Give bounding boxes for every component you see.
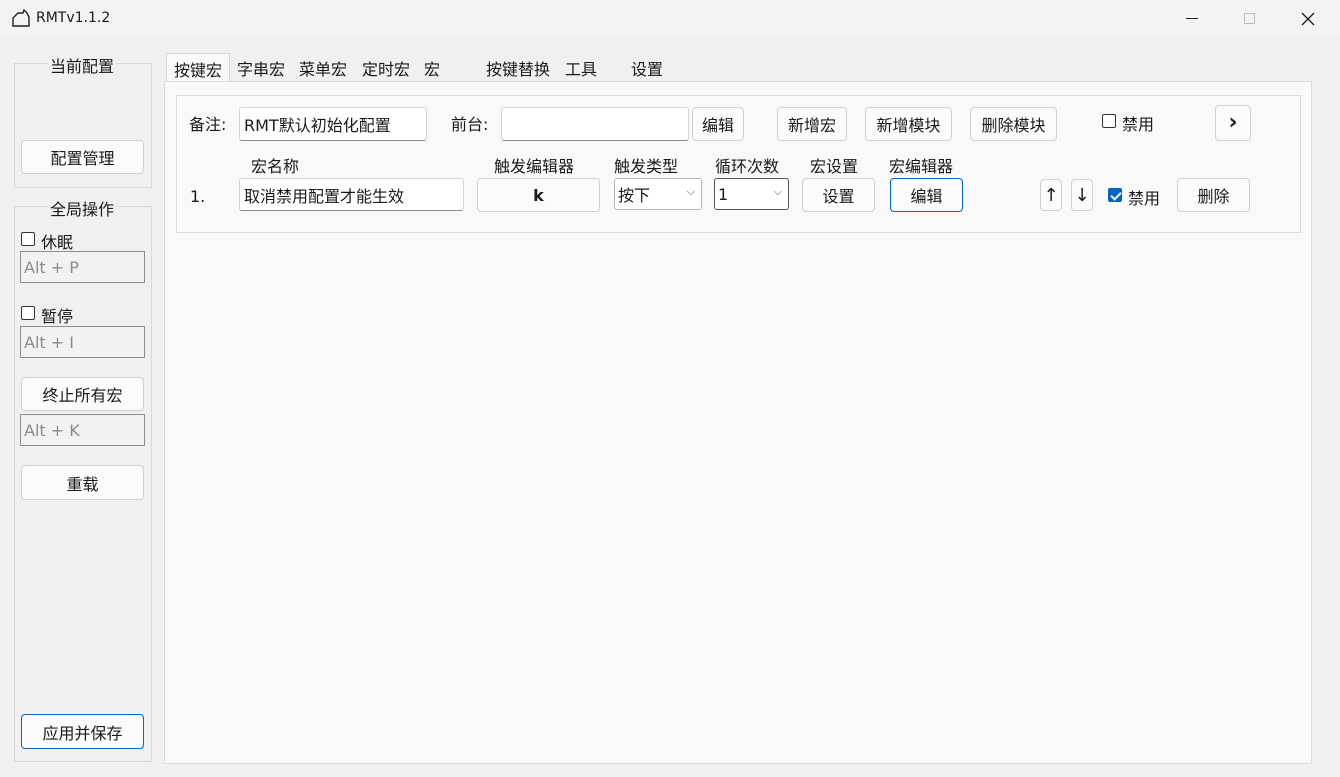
col-trigger-editor-header: 触发编辑器 <box>494 157 575 176</box>
sleep-checkbox[interactable] <box>21 232 35 246</box>
col-loop-count-header: 循环次数 <box>715 157 780 176</box>
apply-save-button[interactable]: 应用并保存 <box>21 714 144 749</box>
tab-macro[interactable]: 宏 <box>418 53 476 82</box>
foreground-edit-button[interactable]: 编辑 <box>692 107 744 141</box>
row-disable-checkbox[interactable] <box>1108 188 1122 202</box>
tab-string-macro[interactable]: 字串宏 <box>231 53 291 82</box>
row-disable-label: 禁用 <box>1128 189 1161 208</box>
note-input[interactable]: RMT默认初始化配置 <box>239 107 427 141</box>
arrow-down-icon: ↓ <box>1074 184 1090 206</box>
global-ops-label: 全局操作 <box>48 196 117 220</box>
pause-checkbox[interactable] <box>21 306 35 320</box>
foreground-label: 前台: <box>451 115 489 134</box>
tab-key-macro[interactable]: 按键宏 <box>166 53 230 83</box>
sleep-hotkey-field[interactable]: Alt + P <box>20 251 145 283</box>
add-module-button[interactable]: 新增模块 <box>865 107 952 141</box>
col-macro-settings-header: 宏设置 <box>810 157 859 176</box>
chevron-down-icon: ⌵ <box>773 185 782 198</box>
move-down-button[interactable]: ↓ <box>1071 179 1093 211</box>
close-icon[interactable] <box>1301 12 1315 26</box>
module-disable-checkbox[interactable] <box>1102 114 1116 128</box>
loop-count-value: 1 <box>718 184 729 204</box>
add-macro-button[interactable]: 新增宏 <box>777 107 847 141</box>
reload-button[interactable]: 重载 <box>21 465 144 500</box>
stop-all-button[interactable]: 终止所有宏 <box>21 377 144 411</box>
foreground-input[interactable] <box>501 107 689 141</box>
maximize-icon[interactable] <box>1244 13 1255 24</box>
trigger-type-select[interactable]: 按下 ⌵ <box>614 178 702 210</box>
pause-hotkey-field[interactable]: Alt + I <box>20 326 145 358</box>
col-name-header: 宏名称 <box>251 157 300 176</box>
stop-all-hotkey-field[interactable]: Alt + K <box>20 414 145 446</box>
loop-count-select[interactable]: 1 ⌵ <box>714 178 789 210</box>
trigger-type-value: 按下 <box>618 186 651 205</box>
col-trigger-type-header: 触发类型 <box>614 157 679 176</box>
chevron-down-icon: ⌵ <box>686 185 695 198</box>
macro-name-input[interactable]: 取消禁用配置才能生效 <box>239 178 464 211</box>
module-disable-label: 禁用 <box>1122 115 1155 134</box>
app-icon <box>12 9 30 27</box>
macro-settings-button[interactable]: 设置 <box>802 178 875 212</box>
expand-button[interactable]: › <box>1215 105 1251 141</box>
tab-menu-macro[interactable]: 菜单宏 <box>293 53 353 82</box>
window-title: RMTv1.1.2 <box>36 10 111 26</box>
move-up-button[interactable]: ↑ <box>1040 179 1062 211</box>
arrow-up-icon: ↑ <box>1043 184 1059 206</box>
title-bar: RMTv1.1.2 <box>0 0 1340 38</box>
tab-tools[interactable]: 工具 <box>559 53 617 82</box>
minimize-icon[interactable] <box>1186 18 1198 19</box>
chevron-right-icon: › <box>1228 110 1238 135</box>
tab-settings[interactable]: 设置 <box>618 53 676 82</box>
sleep-label: 休眠 <box>41 233 74 252</box>
row-index: 1. <box>190 187 206 206</box>
delete-row-button[interactable]: 删除 <box>1177 178 1250 212</box>
pause-label: 暂停 <box>41 307 74 326</box>
tab-key-replace[interactable]: 按键替换 <box>478 53 558 82</box>
current-config-label: 当前配置 <box>48 53 117 77</box>
trigger-key-button[interactable]: k <box>477 178 600 212</box>
col-macro-editor-header: 宏编辑器 <box>889 157 954 176</box>
tab-timer-macro[interactable]: 定时宏 <box>356 53 416 82</box>
macro-editor-button[interactable]: 编辑 <box>890 178 963 212</box>
delete-module-button[interactable]: 删除模块 <box>970 107 1057 141</box>
note-label: 备注: <box>189 115 227 134</box>
config-manage-button[interactable]: 配置管理 <box>21 140 144 174</box>
